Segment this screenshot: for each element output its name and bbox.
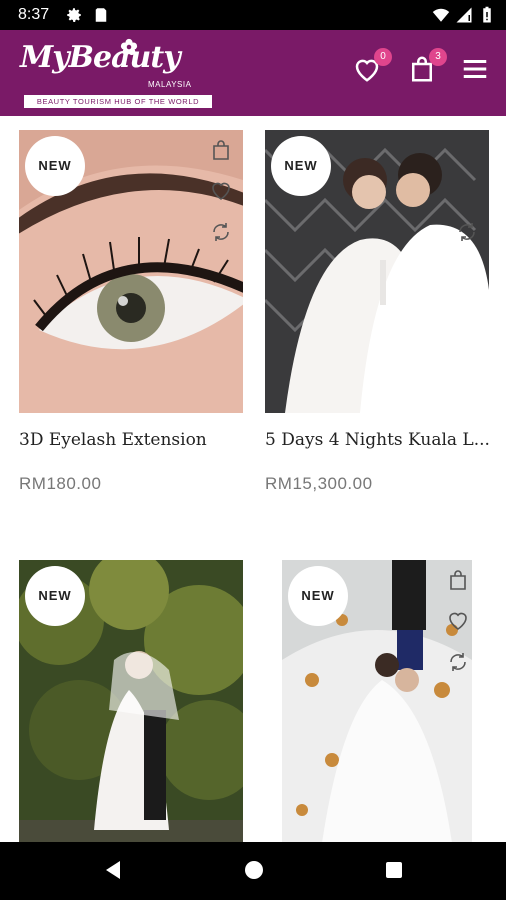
- logo-text: MyBeauty: [20, 40, 181, 75]
- wishlist-heart-icon[interactable]: [209, 178, 233, 202]
- home-icon[interactable]: [243, 859, 265, 881]
- product-title[interactable]: 5 Days 4 Nights Kuala L...: [265, 430, 495, 450]
- wifi-icon: [432, 8, 450, 22]
- product-image[interactable]: NEW: [19, 130, 243, 413]
- logo-country: MALAYSIA: [148, 80, 192, 89]
- compare-icon[interactable]: [455, 220, 479, 244]
- product-card[interactable]: NEW: [282, 560, 482, 842]
- add-to-cart-icon[interactable]: [446, 568, 470, 592]
- back-icon[interactable]: [102, 859, 124, 881]
- wishlist-button[interactable]: 0: [352, 48, 392, 88]
- product-title[interactable]: 3D Eyelash Extension: [19, 430, 249, 450]
- logo-tagline: BEAUTY TOURISM HUB OF THE WORLD: [24, 95, 212, 108]
- sd-card-icon: [95, 8, 107, 22]
- wishlist-heart-icon[interactable]: [446, 608, 470, 632]
- status-bar: 8:37: [0, 0, 506, 30]
- cart-button[interactable]: 3: [407, 48, 447, 88]
- system-nav-bar: [0, 842, 506, 900]
- brand-logo[interactable]: MyBeauty MALAYSIA BEAUTY TOURISM HUB OF …: [18, 38, 223, 112]
- product-grid: NEW 3D Eyelash Extension RM180.00 NEW 5 …: [0, 116, 506, 842]
- product-image[interactable]: NEW: [19, 560, 243, 842]
- product-card[interactable]: NEW: [19, 560, 249, 842]
- add-to-cart-icon[interactable]: [209, 138, 233, 162]
- compare-icon[interactable]: [209, 220, 233, 244]
- new-badge: NEW: [25, 136, 85, 196]
- product-image[interactable]: NEW: [282, 560, 472, 842]
- wishlist-count-badge: 0: [374, 48, 392, 66]
- new-badge: NEW: [271, 136, 331, 196]
- new-badge: NEW: [25, 566, 85, 626]
- product-price: RM15,300.00: [265, 474, 373, 493]
- product-price: RM180.00: [19, 474, 102, 493]
- menu-button[interactable]: [460, 54, 494, 88]
- product-image[interactable]: NEW: [265, 130, 489, 413]
- status-time: 8:37: [18, 6, 50, 23]
- flower-icon: [120, 38, 138, 56]
- cart-count-badge: 3: [429, 48, 447, 66]
- product-card[interactable]: NEW 3D Eyelash Extension RM180.00: [19, 130, 249, 520]
- product-card[interactable]: NEW 5 Days 4 Nights Kuala L... RM15,300.…: [265, 130, 495, 520]
- compare-icon[interactable]: [446, 650, 470, 674]
- settings-icon: [67, 8, 81, 22]
- new-badge: NEW: [288, 566, 348, 626]
- hamburger-menu-icon: [463, 60, 487, 78]
- signal-icon: [456, 7, 472, 23]
- app-header: MyBeauty MALAYSIA BEAUTY TOURISM HUB OF …: [0, 30, 506, 116]
- recents-icon[interactable]: [383, 859, 405, 881]
- battery-icon: [483, 6, 491, 23]
